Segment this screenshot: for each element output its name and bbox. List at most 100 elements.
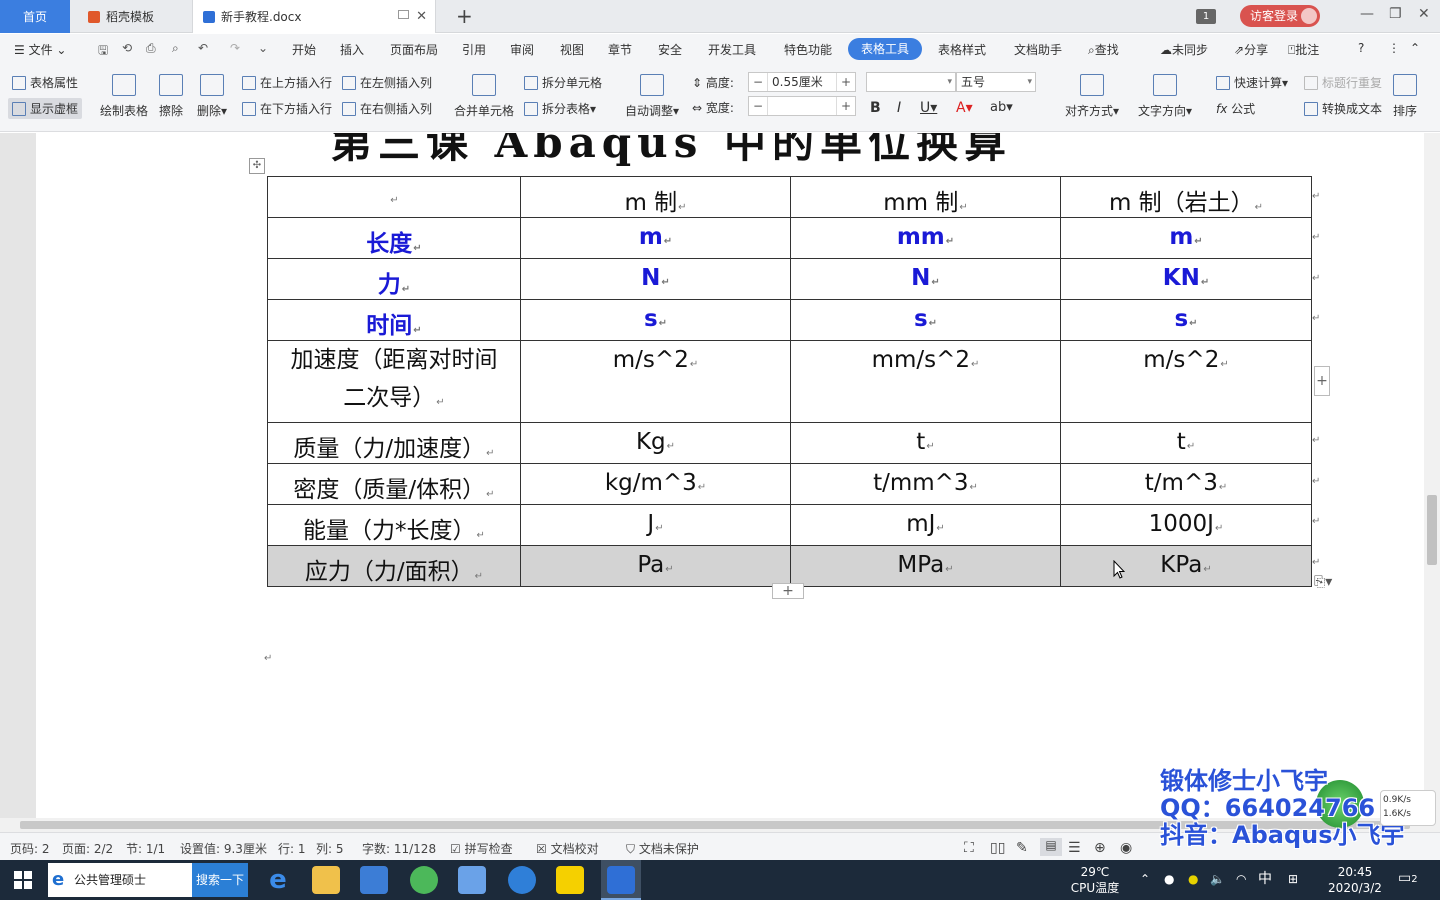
table-move-handle-icon[interactable]: ✣: [249, 158, 265, 174]
table-cell[interactable]: J↵: [520, 504, 791, 546]
delete-button[interactable]: 删除▾: [194, 74, 230, 119]
wps-writer-taskbar[interactable]: [601, 860, 641, 900]
cpu-temp[interactable]: 29℃ CPU温度: [1068, 864, 1122, 896]
eye-protect-icon[interactable]: ◉: [1120, 840, 1132, 856]
login-button[interactable]: 访客登录: [1240, 5, 1320, 27]
auto-fit-button[interactable]: 自动调整▾: [622, 74, 682, 119]
ime-mode-icon[interactable]: ⊞: [1288, 871, 1298, 887]
status-col[interactable]: 列: 5: [316, 840, 344, 857]
table-cell[interactable]: m/s^2↵: [1060, 340, 1312, 423]
table-cell[interactable]: mm↵: [790, 217, 1061, 259]
table-cell[interactable]: 1000J↵: [1060, 504, 1312, 546]
share-button[interactable]: ⇗分享: [1234, 41, 1268, 58]
menu-start[interactable]: 开始: [292, 41, 316, 58]
bold-icon[interactable]: B: [870, 100, 881, 116]
table-cell[interactable]: mm/s^2↵: [790, 340, 1061, 423]
table-cell[interactable]: Kg↵: [520, 422, 791, 464]
protect-status[interactable]: ⛉ 文档未保护: [626, 840, 699, 857]
table-cell[interactable]: MPa↵: [790, 545, 1061, 587]
text-direction-button[interactable]: 文字方向▾: [1134, 74, 1196, 119]
width-value[interactable]: [767, 97, 837, 115]
preview-icon[interactable]: ⌕: [172, 41, 179, 56]
table-cell[interactable]: s↵: [520, 299, 791, 341]
split-cell-button[interactable]: 拆分单元格: [524, 74, 602, 91]
table-cell[interactable]: 时间↵: [267, 299, 521, 341]
draw-table-button[interactable]: 绘制表格: [98, 74, 150, 119]
help-icon[interactable]: ?: [1358, 41, 1364, 55]
file-menu[interactable]: ☰ 文件 ⌄: [14, 41, 66, 58]
height-value[interactable]: 0.55厘米: [767, 73, 837, 91]
height-stepper[interactable]: −0.55厘米 +: [748, 72, 856, 92]
browser-360-icon[interactable]: [410, 866, 438, 894]
table-cell[interactable]: 密度（质量/体积）↵: [267, 463, 521, 505]
window-close-icon[interactable]: ✕: [1418, 6, 1430, 22]
table-cell[interactable]: 质量（力/加速度）↵: [267, 422, 521, 464]
web-view-icon[interactable]: ⊕: [1094, 840, 1106, 856]
sort-button[interactable]: 排序: [1390, 74, 1420, 119]
k-app-icon[interactable]: [508, 866, 536, 894]
menu-view[interactable]: 视图: [560, 41, 584, 58]
table-cell[interactable]: N↵: [520, 258, 791, 300]
fullscreen-icon[interactable]: ⛶: [964, 840, 974, 856]
menu-chapter[interactable]: 章节: [608, 41, 632, 58]
tab-home[interactable]: 首页: [0, 0, 70, 33]
table-cell[interactable]: s↵: [790, 299, 1061, 341]
table-cell[interactable]: N↵: [790, 258, 1061, 300]
sticky-notes-icon[interactable]: [556, 866, 584, 894]
tray-app2-icon[interactable]: ●: [1188, 871, 1198, 887]
lesson-heading[interactable]: 第三课 Abaqus 中的单位换算: [330, 133, 1012, 170]
menu-insert[interactable]: 插入: [340, 41, 364, 58]
store-icon[interactable]: [360, 866, 388, 894]
paste-options-icon[interactable]: ⎘▾: [1314, 574, 1340, 600]
table-cell[interactable]: ↵: [267, 176, 521, 218]
page-view-icon[interactable]: ▤: [1040, 838, 1062, 856]
sync-button[interactable]: ☁未同步: [1160, 41, 1208, 58]
quick-calc-button[interactable]: 快速计算 ▾: [1216, 74, 1288, 91]
convert-to-text-button[interactable]: 转换成文本: [1304, 100, 1382, 117]
merge-cells-button[interactable]: 合并单元格: [452, 74, 516, 119]
menu-review[interactable]: 审阅: [510, 41, 534, 58]
status-page-num[interactable]: 页码: 2: [10, 840, 50, 857]
feishu-icon[interactable]: [458, 866, 486, 894]
insert-row-below-button[interactable]: 在下方插入行: [242, 100, 332, 117]
comment-button[interactable]: ⍞批注: [1288, 41, 1319, 58]
table-cell[interactable]: 长度↵: [267, 217, 521, 259]
quick-save-icon[interactable]: 🖫: [98, 41, 108, 62]
status-row[interactable]: 行: 1: [278, 840, 306, 857]
align-button[interactable]: 对齐方式▾: [1062, 74, 1122, 119]
table-cell[interactable]: mm 制↵: [790, 176, 1061, 218]
table-cell[interactable]: t/m^3↵: [1060, 463, 1312, 505]
undo-icon[interactable]: ↶: [198, 41, 208, 55]
table-cell[interactable]: t/mm^3↵: [790, 463, 1061, 505]
restore-icon[interactable]: ❐: [1389, 6, 1402, 22]
edge-icon[interactable]: e: [264, 866, 292, 894]
menu-reference[interactable]: 引用: [462, 41, 486, 58]
table-cell[interactable]: 应力（力/面积）↵: [267, 545, 521, 587]
table-cell[interactable]: m/s^2↵: [520, 340, 791, 423]
read-mode-icon[interactable]: ▯▯: [990, 840, 1005, 856]
underline-icon[interactable]: U▾: [920, 100, 937, 116]
menu-developer[interactable]: 开发工具: [708, 41, 756, 58]
vertical-scrollbar[interactable]: [1424, 133, 1440, 818]
table-cell[interactable]: KN↵: [1060, 258, 1312, 300]
table-cell[interactable]: Pa↵: [520, 545, 791, 587]
tray-app-icon[interactable]: ●: [1164, 871, 1174, 887]
table-cell[interactable]: KPa↵: [1060, 545, 1312, 587]
outline-view-icon[interactable]: ☰: [1068, 840, 1081, 856]
tab-document[interactable]: 新手教程.docx ✕: [192, 0, 436, 33]
repeat-header-button[interactable]: 标题行重复: [1304, 74, 1382, 91]
ime-indicator[interactable]: 中: [1258, 871, 1272, 887]
table-cell[interactable]: m↵: [520, 217, 791, 259]
insert-col-left-button[interactable]: 在左侧插入列: [342, 74, 432, 91]
width-increase[interactable]: +: [837, 99, 855, 113]
width-decrease[interactable]: −: [749, 99, 767, 113]
split-table-button[interactable]: 拆分表格 ▾: [524, 100, 596, 117]
menu-features[interactable]: 特色功能: [784, 41, 832, 58]
print-icon[interactable]: ⎙: [146, 41, 156, 56]
font-size-select[interactable]: 五号 ▾: [956, 72, 1036, 92]
wifi-icon[interactable]: ◠: [1236, 871, 1246, 887]
show-gridlines-button[interactable]: 显示虚框: [8, 98, 83, 119]
table-cell[interactable]: 加速度（距离对时间二次导）↵: [267, 340, 521, 423]
menu-table-tools[interactable]: 表格工具: [848, 38, 922, 60]
table-cell[interactable]: m↵: [1060, 217, 1312, 259]
